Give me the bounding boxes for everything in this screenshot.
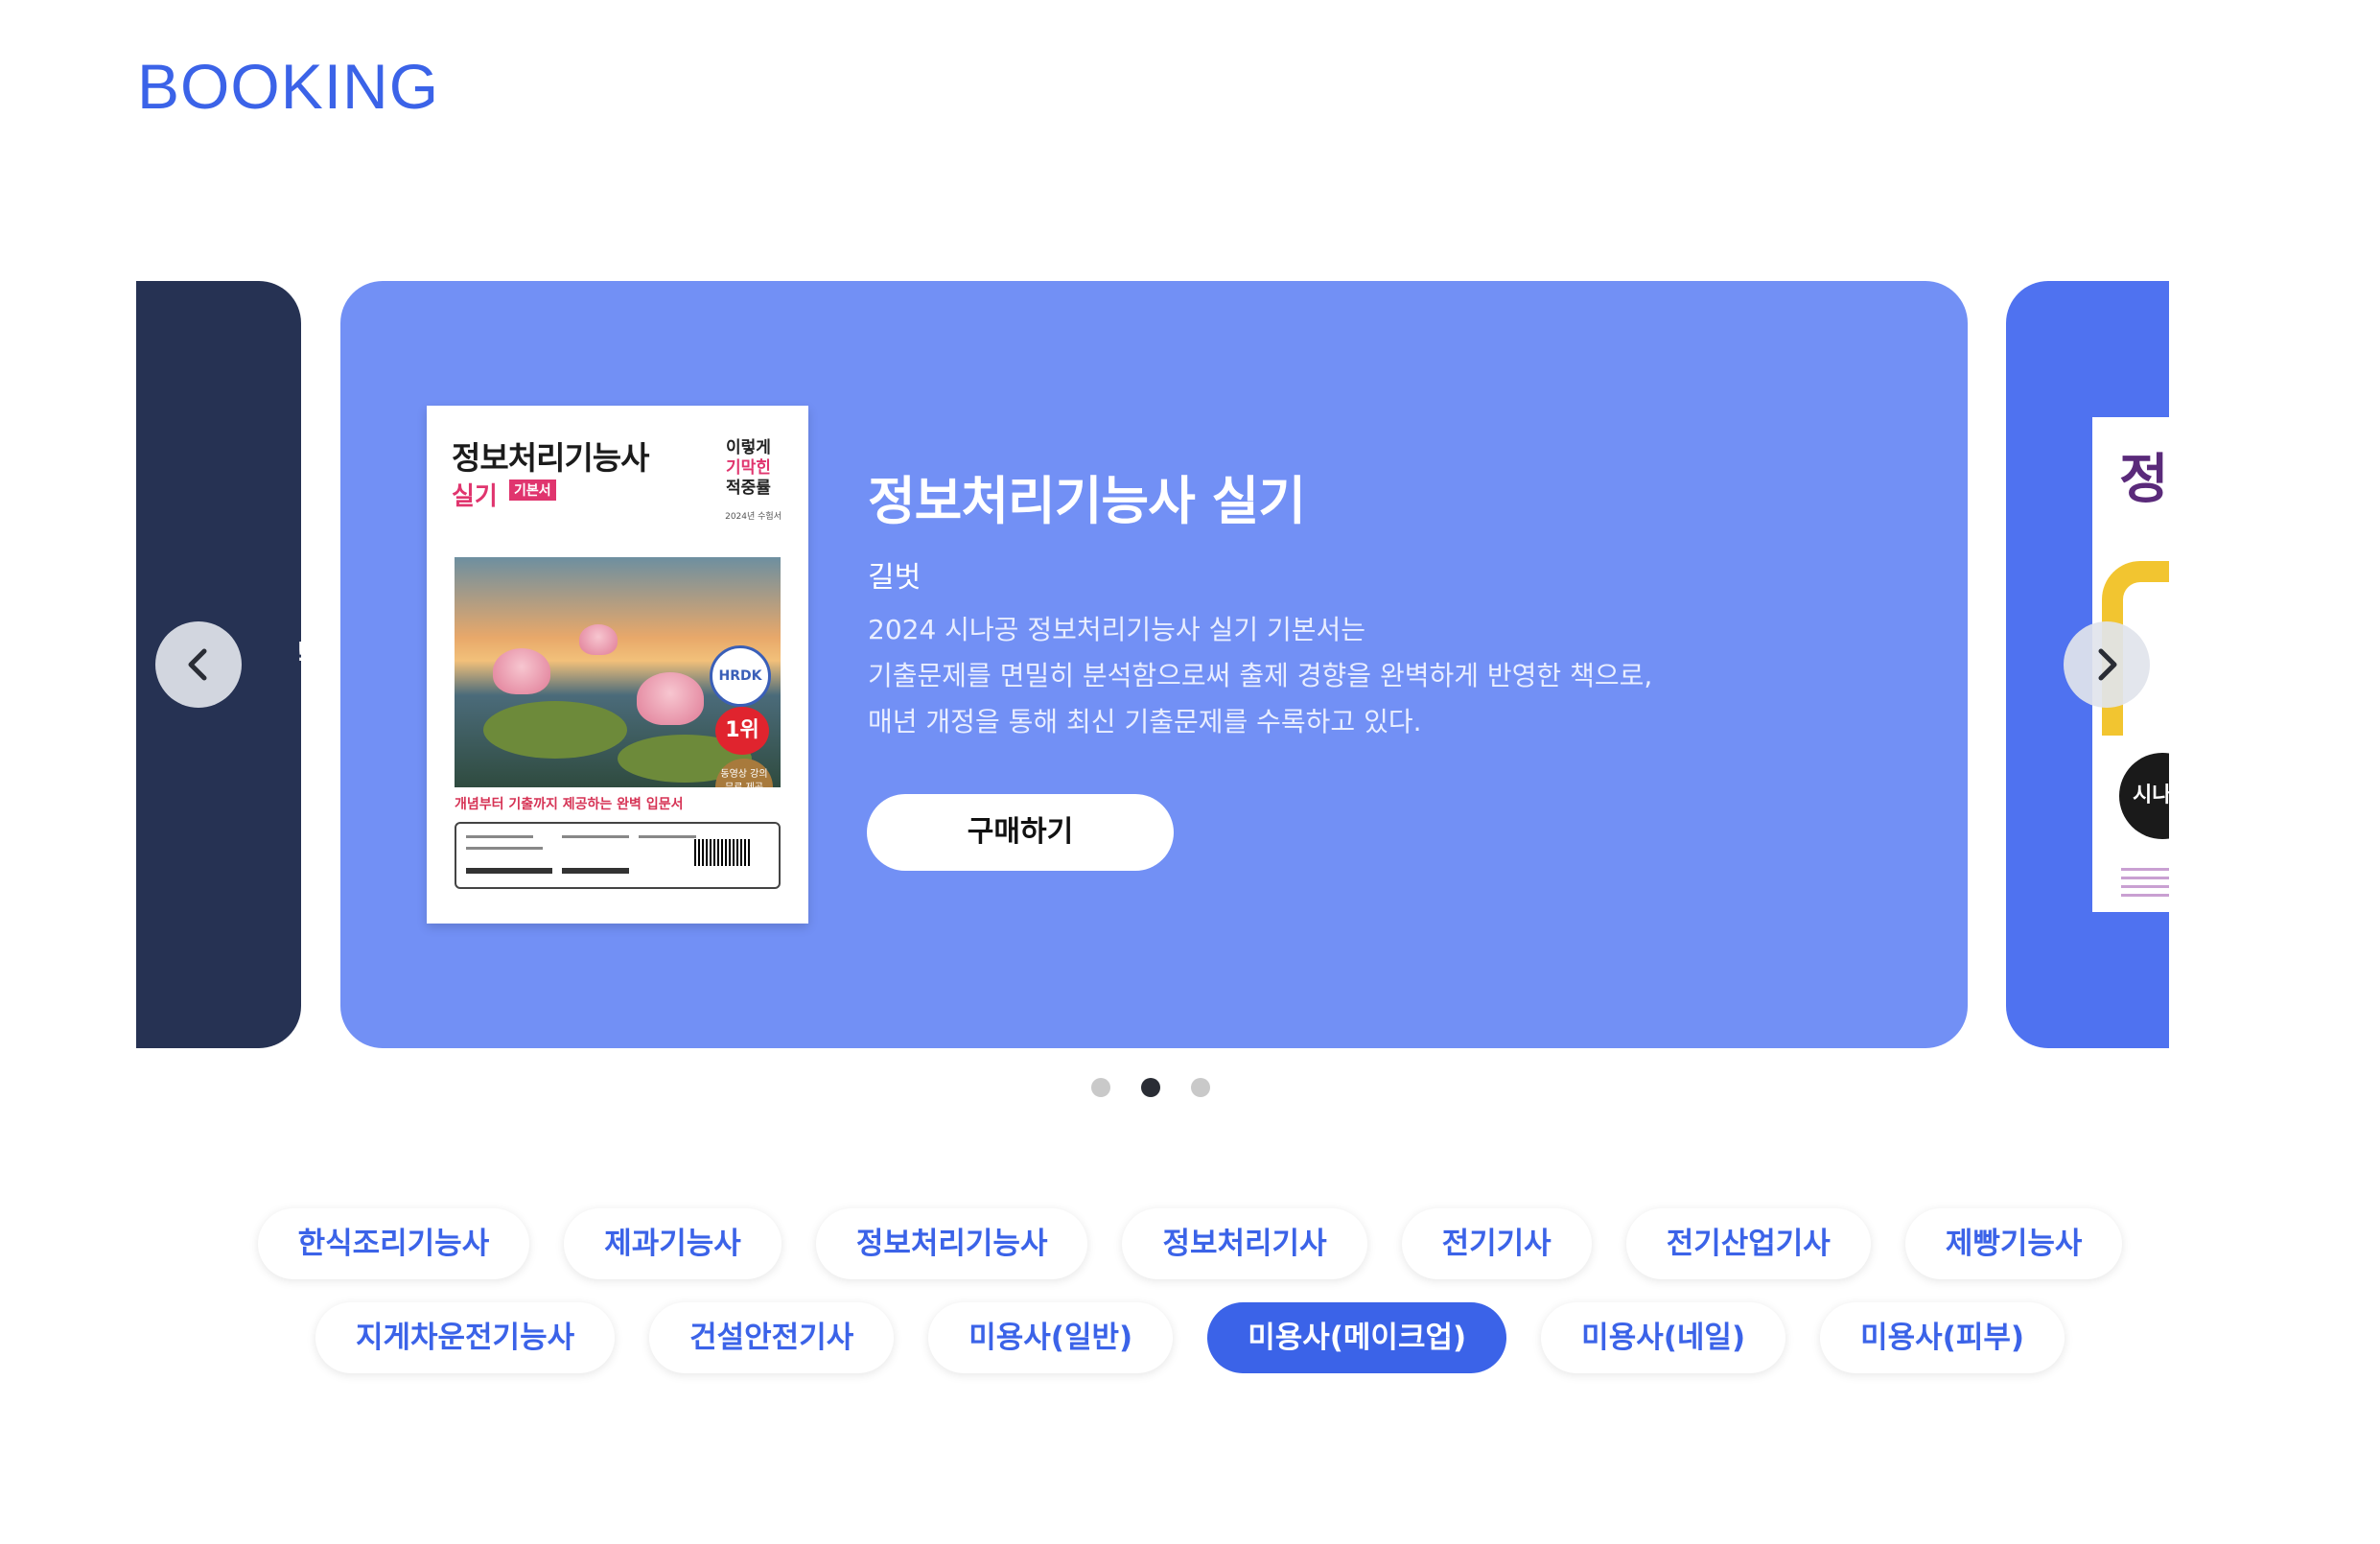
carousel-pagination <box>1091 1078 1210 1097</box>
barcode-icon <box>694 839 752 866</box>
next-cover-badge-text: 시나 <box>2133 784 2169 807</box>
category-chip[interactable]: 미용사(네일) <box>1541 1302 1786 1373</box>
category-chip[interactable]: 한식조리기능사 <box>257 1208 530 1279</box>
category-row-2: 지게차운전기능사 건설안전기사 미용사(일반) 미용사(메이크업) 미용사(네일… <box>0 1302 2380 1373</box>
lotus-flower <box>579 624 618 655</box>
category-chip[interactable]: 전기기사 <box>1401 1208 1592 1279</box>
cover-info-box <box>455 822 781 889</box>
cover-side-text: 이렇게 기막힌 적중률 <box>726 438 782 499</box>
cover-side-line: 기막힌 <box>726 458 771 478</box>
carousel-prev-button[interactable] <box>155 621 242 708</box>
cover-year: 2024년 수험서 <box>725 512 782 522</box>
category-chip[interactable]: 정보처리기사 <box>1122 1208 1367 1279</box>
category-chip[interactable]: 전기산업기사 <box>1625 1208 1871 1279</box>
cover-illustration: HRDK 1위 동영상 강의 무료 제공 <box>455 557 781 787</box>
hrdk-badge: HRDK <box>710 645 771 707</box>
book-cover: 정보처리기능사 실기 기본서 이렇게 기막힌 적중률 2024년 수험서 HRD… <box>427 406 808 924</box>
category-chip[interactable]: 미용사(일반) <box>928 1302 1174 1373</box>
book-title: 정보처리기능사 실기 <box>868 471 1306 531</box>
info-line <box>639 835 696 838</box>
category-chip[interactable]: 제과기능사 <box>564 1208 782 1279</box>
info-line <box>466 835 533 838</box>
info-line <box>466 868 552 874</box>
chevron-right-icon <box>2098 648 2117 681</box>
cover-slogan: 개념부터 기출까지 제공하는 완벽 입문서 <box>455 797 684 812</box>
info-line <box>562 835 629 838</box>
lotus-flower <box>493 648 550 694</box>
category-chip[interactable]: 건설안전기사 <box>649 1302 895 1373</box>
cover-title: 정보처리기능사 <box>452 439 650 477</box>
next-cover-text-lines <box>2121 868 2169 897</box>
description-line: 기출문제를 면밀히 분석함으로써 출제 경향을 완벽하게 반영한 책으로, <box>868 660 1653 691</box>
cover-side-line: 이렇게 <box>726 438 771 457</box>
book-author: 길벗 <box>868 561 922 595</box>
book-carousel: ! 정보처리기능사 실기 기본서 이렇게 기막힌 적중률 2024년 수험서 H… <box>136 281 2169 1048</box>
category-chip[interactable]: 제빵기능사 <box>1904 1208 2123 1279</box>
cover-subtitle: 실기 <box>452 482 498 511</box>
chevron-left-icon <box>188 648 207 681</box>
description-line: 매년 개정을 통해 최신 기출문제를 수록하고 있다. <box>868 706 1422 737</box>
lily-pad <box>483 701 627 759</box>
category-chip[interactable]: 지게차운전기능사 <box>315 1302 616 1373</box>
cover-side-line: 적중률 <box>726 479 771 498</box>
lotus-flower <box>637 672 704 725</box>
carousel-next-button[interactable] <box>2064 621 2150 708</box>
previous-card-peek-text: ! <box>295 636 301 667</box>
category-chip[interactable]: 정보처리기능사 <box>815 1208 1088 1279</box>
next-cover-title: 정 <box>2119 449 2169 511</box>
pagination-dot-active[interactable] <box>1141 1078 1160 1097</box>
description-line: 2024 시나공 정보처리기능사 실기 기본서는 <box>868 614 1366 645</box>
buy-button[interactable]: 구매하기 <box>867 794 1174 871</box>
category-chip[interactable]: 미용사(피부) <box>1820 1302 2065 1373</box>
info-line <box>562 868 629 874</box>
next-cover-badge: 시나 <box>2119 753 2169 839</box>
cover-tag: 기본서 <box>509 480 556 501</box>
page-title: BOOKING <box>137 51 440 122</box>
category-row-1: 한식조리기능사 제과기능사 정보처리기능사 정보처리기사 전기기사 전기산업기사… <box>0 1208 2380 1279</box>
category-chip-selected[interactable]: 미용사(메이크업) <box>1207 1302 1507 1373</box>
info-line <box>466 847 543 850</box>
pagination-dot[interactable] <box>1191 1078 1210 1097</box>
bestseller-rank-badge: 1위 <box>715 707 769 755</box>
carousel-card-active: 정보처리기능사 실기 기본서 이렇게 기막힌 적중률 2024년 수험서 HRD… <box>340 281 1968 1048</box>
book-description: 2024 시나공 정보처리기능사 실기 기본서는 기출문제를 면밀히 분석함으로… <box>868 607 1808 745</box>
pagination-dot[interactable] <box>1091 1078 1110 1097</box>
